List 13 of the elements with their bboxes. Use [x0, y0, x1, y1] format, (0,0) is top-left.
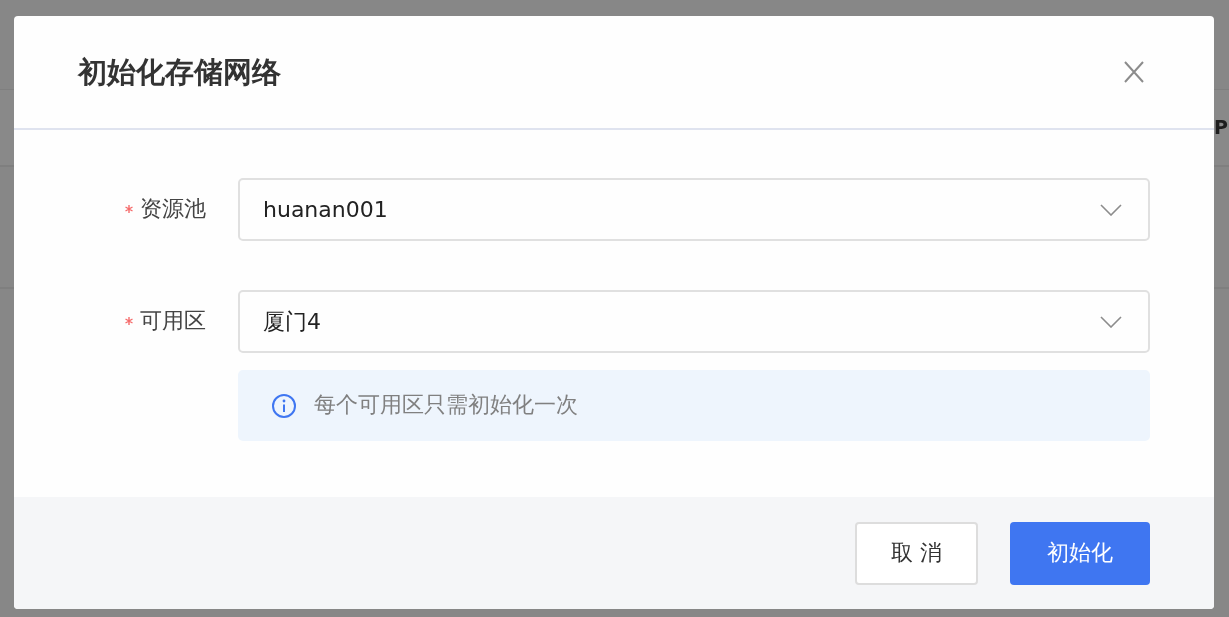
field-label: 资源池	[140, 196, 206, 223]
chevron-down-icon	[1100, 315, 1122, 328]
close-icon[interactable]	[1124, 61, 1144, 83]
select-field[interactable]: 厦门4	[238, 290, 1150, 353]
notice-text: 每个可用区只需初始化一次	[314, 392, 578, 419]
dialog-title: 初始化存储网络	[78, 54, 281, 90]
chevron-down-icon	[1100, 203, 1122, 216]
initialize-button[interactable]: 初始化	[1010, 521, 1150, 585]
field-label: 可用区	[140, 308, 206, 335]
cancel-button[interactable]: 取 消	[855, 521, 978, 585]
info-icon	[272, 393, 296, 418]
select-field[interactable]: huanan001	[238, 178, 1150, 241]
column-header-text: P	[1214, 118, 1228, 137]
